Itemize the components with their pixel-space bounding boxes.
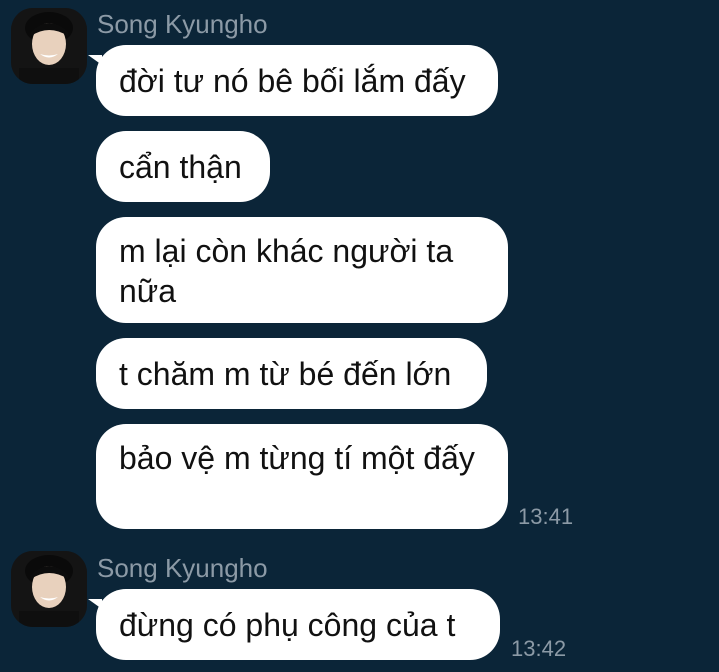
message-timestamp: 13:42 — [511, 636, 567, 661]
message-timestamp: 13:41 — [518, 504, 574, 529]
sender-name: Song Kyungho — [97, 553, 268, 583]
sender-avatar[interactable] — [11, 8, 87, 84]
sender-avatar[interactable] — [11, 551, 87, 627]
message-bubble[interactable]: cẩn thận — [96, 131, 270, 202]
message-bubble[interactable]: đời tư nó bê bối lắm đấy — [88, 45, 498, 116]
message-bubble[interactable]: bảo vệ m từng tí một đấy — [96, 424, 508, 529]
avatar-photo-icon — [11, 8, 87, 84]
sender-name: Song Kyungho — [97, 9, 268, 39]
message-bubble[interactable]: đừng có phụ công của t — [88, 589, 500, 660]
avatar-photo-icon — [11, 551, 87, 627]
message-bubble[interactable]: t chăm m từ bé đến lớn — [96, 338, 487, 409]
message-bubble[interactable]: m lại còn khác người ta nữa — [96, 217, 508, 323]
